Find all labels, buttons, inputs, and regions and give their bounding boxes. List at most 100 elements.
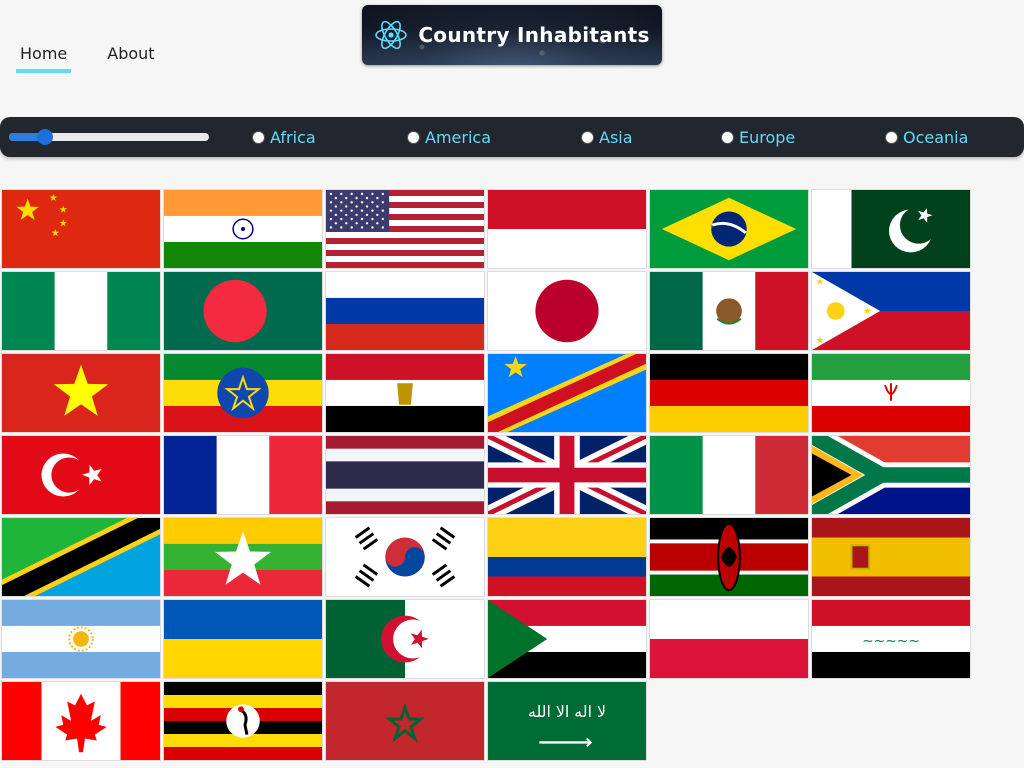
flag-india[interactable] [163,189,323,269]
flag-image [812,436,970,514]
flag-image [164,518,322,596]
radio-button[interactable] [885,131,898,144]
flag-thailand[interactable] [325,435,485,515]
flag-ukraine[interactable] [163,599,323,679]
flag-morocco[interactable] [325,681,485,761]
flag-image [326,272,484,350]
flag-germany[interactable] [649,353,809,433]
flag-image [326,190,484,268]
flag-spain[interactable] [811,517,971,597]
flag-poland[interactable] [649,599,809,679]
flag-united-kingdom[interactable] [487,435,647,515]
nav-home-link[interactable]: Home [16,44,72,73]
flag-united-states[interactable] [325,189,485,269]
flag-colombia[interactable] [487,517,647,597]
flag-kenya[interactable] [649,517,809,597]
svg-text:~~~~~: ~~~~~ [862,633,920,649]
flag-image [650,436,808,514]
slider-thumb[interactable] [37,129,53,145]
flag-pakistan[interactable] [811,189,971,269]
flag-image [488,272,646,350]
flag-dr-congo[interactable] [487,353,647,433]
flag-image [812,354,970,432]
flag-image [2,436,160,514]
flag-image [2,518,160,596]
flag-vietnam[interactable] [1,353,161,433]
flag-myanmar[interactable] [163,517,323,597]
flag-image [2,272,160,350]
radio-asia[interactable]: Asia [581,128,633,147]
flag-ethiopia[interactable] [163,353,323,433]
flag-image [326,436,484,514]
flag-uganda[interactable] [163,681,323,761]
flag-sudan[interactable] [487,599,647,679]
flag-image [488,518,646,596]
radio-button[interactable] [407,131,420,144]
flag-russia[interactable] [325,271,485,351]
react-atom-icon [375,20,408,50]
banner-title: Country Inhabitants [418,23,650,47]
flag-image [164,354,322,432]
flag-image: ~~~~~ [812,600,970,678]
flag-image [326,682,484,760]
population-slider[interactable] [9,129,209,145]
nav-about-link[interactable]: About [107,44,154,73]
flag-image [2,600,160,678]
flag-philippines[interactable] [811,271,971,351]
radio-button[interactable] [721,131,734,144]
radio-africa[interactable]: Africa [252,128,316,147]
flag-south-africa[interactable] [811,435,971,515]
flag-image [326,600,484,678]
flag-canada[interactable] [1,681,161,761]
radio-label: Africa [270,128,316,147]
app-banner: Country Inhabitants [362,5,662,65]
main-nav: Home About [16,44,155,73]
flag-image [812,272,970,350]
flag-japan[interactable] [487,271,647,351]
flag-image [488,354,646,432]
flag-iraq[interactable]: ~~~~~ [811,599,971,679]
radio-america[interactable]: America [407,128,491,147]
radio-label: America [425,128,491,147]
flag-image [164,272,322,350]
flag-image [812,518,970,596]
flag-image [650,354,808,432]
radio-label: Asia [599,128,633,147]
flag-image [650,190,808,268]
flag-algeria[interactable] [325,599,485,679]
flag-image [2,354,160,432]
radio-button[interactable] [581,131,594,144]
flag-nigeria[interactable] [1,271,161,351]
radio-button[interactable] [252,131,265,144]
flag-image [488,436,646,514]
radio-europe[interactable]: Europe [721,128,795,147]
flag-china[interactable] [1,189,161,269]
svg-text:ﻻ ﺍﻟﻪ ﺍﻻ ﺍﻟﻠﻪ: ﻻ ﺍﻟﻪ ﺍﻻ ﺍﻟﻠﻪ [528,702,606,721]
flag-bangladesh[interactable] [163,271,323,351]
flag-south-korea[interactable] [325,517,485,597]
radio-label: Europe [739,128,796,147]
flag-egypt[interactable] [325,353,485,433]
flag-france[interactable] [163,435,323,515]
flag-tanzania[interactable] [1,517,161,597]
flag-iran[interactable] [811,353,971,433]
flag-mexico[interactable] [649,271,809,351]
flag-indonesia[interactable] [487,189,647,269]
flag-image [650,518,808,596]
flag-image: ﻻ ﺍﻟﻪ ﺍﻻ ﺍﻟﻠﻪ [488,682,646,760]
radio-oceania[interactable]: Oceania [885,128,968,147]
flag-image [2,190,160,268]
flag-image [812,190,970,268]
flag-brazil[interactable] [649,189,809,269]
flag-image [2,682,160,760]
region-filter-bar: Africa America Asia Europe Oceania [0,117,1024,157]
flag-turkey[interactable] [1,435,161,515]
flag-italy[interactable] [649,435,809,515]
flag-image [326,354,484,432]
radio-label: Oceania [903,128,969,147]
flag-argentina[interactable] [1,599,161,679]
flag-image [488,600,646,678]
flag-image [164,600,322,678]
flag-saudi-arabia[interactable]: ﻻ ﺍﻟﻪ ﺍﻻ ﺍﻟﻠﻪ [487,681,647,761]
flag-image [488,190,646,268]
